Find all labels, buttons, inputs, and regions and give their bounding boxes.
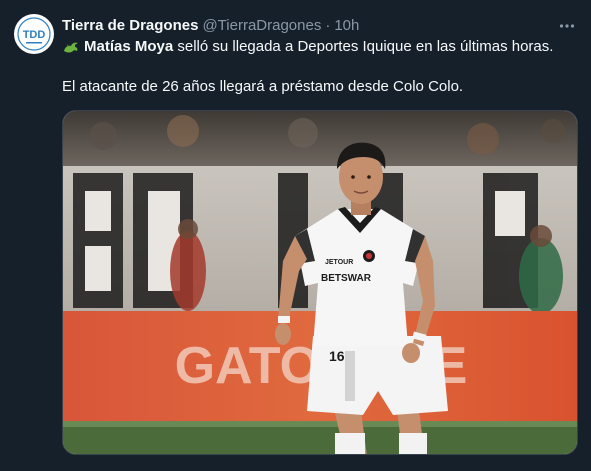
- tweet-header: Tierra de Dragones @TierraDragones · 10h: [62, 16, 577, 36]
- timestamp[interactable]: 10h: [334, 16, 359, 36]
- tweet-text-line-2: El atacante de 26 años llegará a préstam…: [62, 78, 464, 95]
- svg-text:16: 16: [329, 348, 345, 364]
- dragon-icon: [62, 38, 80, 56]
- action-bar: [62, 464, 462, 471]
- avatar-logo: TDD: [15, 15, 53, 53]
- player-name: Matías Moya: [84, 38, 174, 55]
- football-player-photo: GATORADE 16 JETOUR BETSWAR: [63, 111, 577, 454]
- tweet-text-rest: selló su llegada a Deportes Iquique en l…: [177, 38, 554, 55]
- tweet-card[interactable]: TDD Tierra de Dragones @TierraDragones ·…: [0, 0, 591, 471]
- display-name[interactable]: Tierra de Dragones: [62, 16, 198, 36]
- avatar[interactable]: TDD: [14, 14, 54, 54]
- more-icon: [559, 24, 575, 28]
- svg-text:BETSWAR: BETSWAR: [321, 273, 372, 284]
- svg-text:JETOUR: JETOUR: [325, 259, 353, 266]
- tweet-photo[interactable]: GATORADE 16 JETOUR BETSWAR: [62, 110, 578, 455]
- separator-dot: ·: [325, 17, 331, 34]
- more-options-button[interactable]: [557, 16, 577, 36]
- tweet-text-line-1: Matías Moya selló su llegada a Deportes …: [62, 37, 577, 57]
- handle[interactable]: @TierraDragones: [202, 16, 321, 36]
- svg-text:TDD: TDD: [23, 29, 46, 41]
